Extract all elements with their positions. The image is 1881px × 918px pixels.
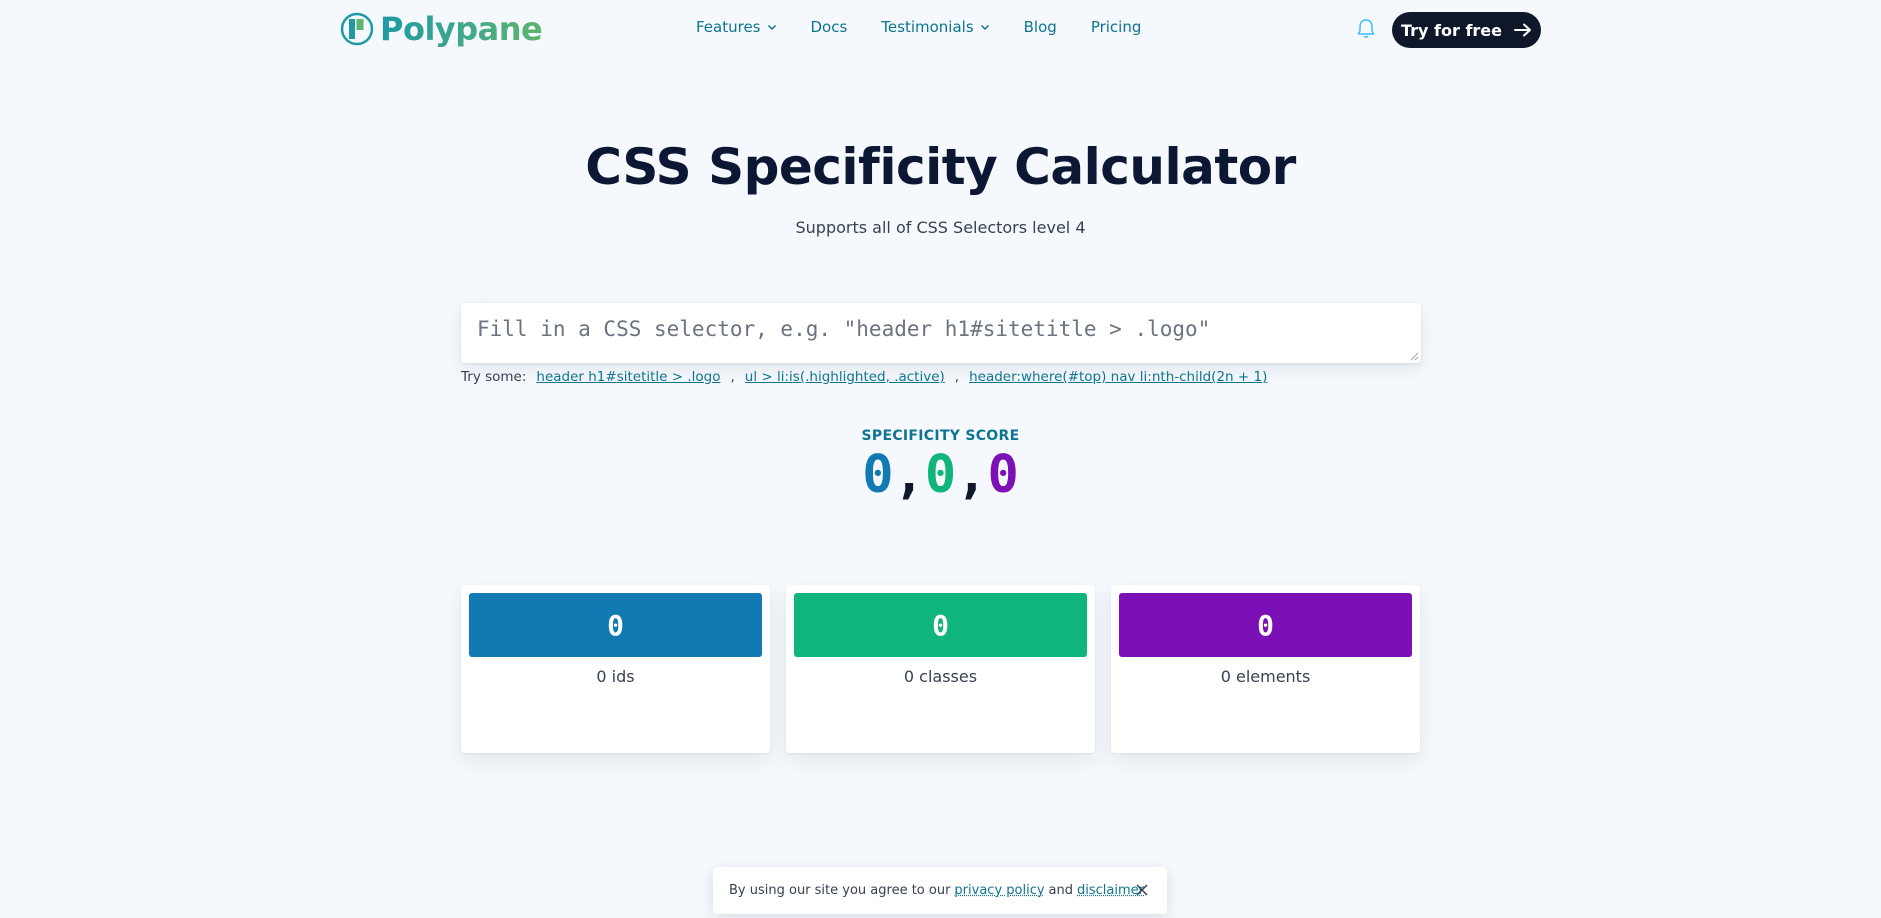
score-classes: 0 <box>924 445 957 505</box>
close-icon[interactable] <box>1135 883 1149 897</box>
nav-item-label: Testimonials <box>881 18 974 36</box>
score-separator: , <box>893 445 925 505</box>
cookie-text: By using our site you agree to our <box>729 883 951 898</box>
score-ids: 0 <box>862 445 894 505</box>
privacy-policy-link[interactable]: privacy policy <box>954 883 1044 898</box>
classes-card-value: 0 <box>794 593 1087 657</box>
disclaimer-link[interactable]: disclaimer <box>1077 883 1144 898</box>
elements-card-caption: 0 elements <box>1220 667 1311 686</box>
specificity-score: 0,0,0 <box>0 445 1881 505</box>
page-subtitle: Supports all of CSS Selectors level 4 <box>795 218 1086 237</box>
score-separator: , <box>956 445 988 505</box>
nav-item-label: Pricing <box>1090 18 1142 36</box>
cookie-notice: By using our site you agree to our priva… <box>713 867 1167 914</box>
nav-item-docs[interactable]: Docs <box>811 18 848 36</box>
specificity-score-label: SPECIFICITY SCORE <box>861 428 1020 444</box>
example-selectors: Try some: header h1#sitetitle > .logo, u… <box>461 369 1267 385</box>
nav-item-features[interactable]: Features <box>696 18 777 36</box>
brand-name: Polypane <box>380 10 543 48</box>
page-title: CSS Specificity Calculator <box>585 138 1296 196</box>
examples-label: Try some: <box>461 369 527 385</box>
chevron-down-icon <box>767 24 776 31</box>
resize-handle-icon[interactable] <box>1409 351 1419 361</box>
site-header: Polypane Features Docs Testimonials Blog… <box>0 0 1881 60</box>
example-link-1[interactable]: header h1#sitetitle > .logo <box>536 369 720 385</box>
cookie-and: and <box>1048 883 1074 898</box>
nav-item-pricing[interactable]: Pricing <box>1091 18 1142 36</box>
separator: , <box>730 369 735 385</box>
bell-icon[interactable] <box>1356 18 1376 40</box>
classes-card: 0 0 classes <box>786 585 1095 753</box>
selector-input-wrapper <box>461 303 1421 363</box>
nav-item-testimonials[interactable]: Testimonials <box>881 18 989 36</box>
selector-input[interactable] <box>461 303 1421 363</box>
example-link-2[interactable]: ul > li:is(.highlighted, .active) <box>745 369 945 385</box>
polypane-logo-icon <box>340 12 374 46</box>
arrow-right-icon <box>1514 23 1531 37</box>
brand-logo[interactable]: Polypane <box>340 10 543 48</box>
separator: , <box>954 369 960 385</box>
elements-card-value: 0 <box>1119 593 1412 657</box>
classes-card-caption: 0 classes <box>903 667 978 686</box>
score-elements: 0 <box>987 445 1019 505</box>
try-for-free-button[interactable]: Try for free <box>1392 12 1541 48</box>
chevron-down-icon <box>980 24 989 31</box>
elements-card: 0 0 elements <box>1111 585 1420 753</box>
nav-item-blog[interactable]: Blog <box>1024 18 1057 36</box>
main-nav: Features Docs Testimonials Blog Pricing <box>696 18 1141 36</box>
cta-label: Try for free <box>1400 20 1502 40</box>
nav-item-label: Features <box>696 18 761 36</box>
ids-card: 0 0 ids <box>461 585 770 753</box>
ids-card-value: 0 <box>469 593 762 657</box>
example-link-3[interactable]: header:where(#top) nav li:nth-child(2n +… <box>969 369 1267 385</box>
nav-item-label: Docs <box>810 18 848 36</box>
nav-item-label: Blog <box>1023 18 1057 36</box>
ids-card-caption: 0 ids <box>596 667 635 686</box>
